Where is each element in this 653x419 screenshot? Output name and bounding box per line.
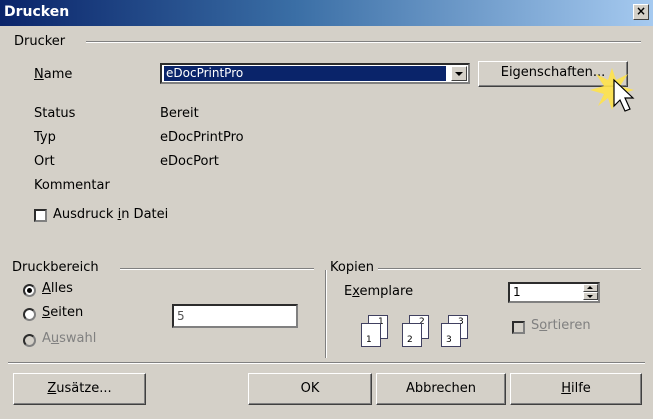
title-bar[interactable]: Drucken × — [0, 0, 653, 26]
range-selection-radio[interactable] — [23, 334, 36, 347]
pages-input[interactable]: 5 — [172, 304, 298, 328]
options-button-label: Zusätze... — [47, 381, 112, 396]
range-all-label: Alles — [42, 281, 73, 296]
type-value: eDocPrintPro — [160, 130, 244, 145]
help-button[interactable]: Hilfe — [510, 373, 642, 405]
printer-select[interactable]: eDocPrintPro — [160, 63, 470, 84]
help-button-label: Hilfe — [561, 381, 591, 396]
range-all-radio[interactable] — [23, 284, 36, 297]
collate-checkbox[interactable] — [512, 321, 525, 334]
collate-label: Sortieren — [531, 318, 591, 333]
range-pages-radio[interactable] — [23, 308, 36, 321]
print-to-file-checkbox[interactable] — [34, 209, 47, 222]
ok-button[interactable]: OK — [248, 373, 372, 405]
name-label: Name — [34, 67, 73, 82]
range-pages-label: Seiten — [42, 305, 84, 320]
cancel-button[interactable]: Abbrechen — [376, 373, 506, 405]
copies-group-label: Kopien — [330, 260, 374, 275]
printer-group-divider — [86, 41, 641, 43]
location-value: eDocPort — [160, 154, 219, 169]
copies-count-label: Exemplare — [344, 284, 414, 299]
close-button[interactable]: × — [633, 4, 649, 20]
copies-separator — [325, 270, 327, 358]
status-label: Status — [34, 106, 76, 121]
range-group-divider — [120, 268, 314, 270]
options-button[interactable]: Zusätze... — [13, 373, 146, 405]
range-selection-label: Auswahl — [42, 331, 97, 346]
chevron-down-icon[interactable] — [451, 66, 467, 81]
copies-group-divider — [378, 268, 641, 270]
cancel-button-label: Abbrechen — [405, 381, 477, 396]
bottom-divider — [8, 362, 645, 364]
copies-count-value: 1 — [513, 285, 521, 299]
copies-spinner[interactable]: 1 — [508, 282, 600, 303]
printer-select-value: eDocPrintPro — [164, 66, 446, 81]
print-to-file-label: Ausdruck in Datei — [53, 207, 169, 222]
spin-up-icon[interactable] — [583, 284, 598, 292]
window-title: Drucken — [4, 4, 70, 20]
ok-button-label: OK — [300, 381, 320, 396]
type-label: Typ — [34, 130, 56, 145]
cursor-icon — [590, 68, 635, 112]
spin-down-icon[interactable] — [583, 292, 598, 300]
comment-label: Kommentar — [34, 178, 110, 193]
status-value: Bereit — [160, 106, 199, 121]
printer-group-label: Drucker — [14, 34, 66, 49]
location-label: Ort — [34, 154, 55, 169]
print-dialog: Drucken × Drucker Name eDocPrintPro Eige… — [0, 0, 653, 419]
range-group-label: Druckbereich — [12, 260, 99, 275]
